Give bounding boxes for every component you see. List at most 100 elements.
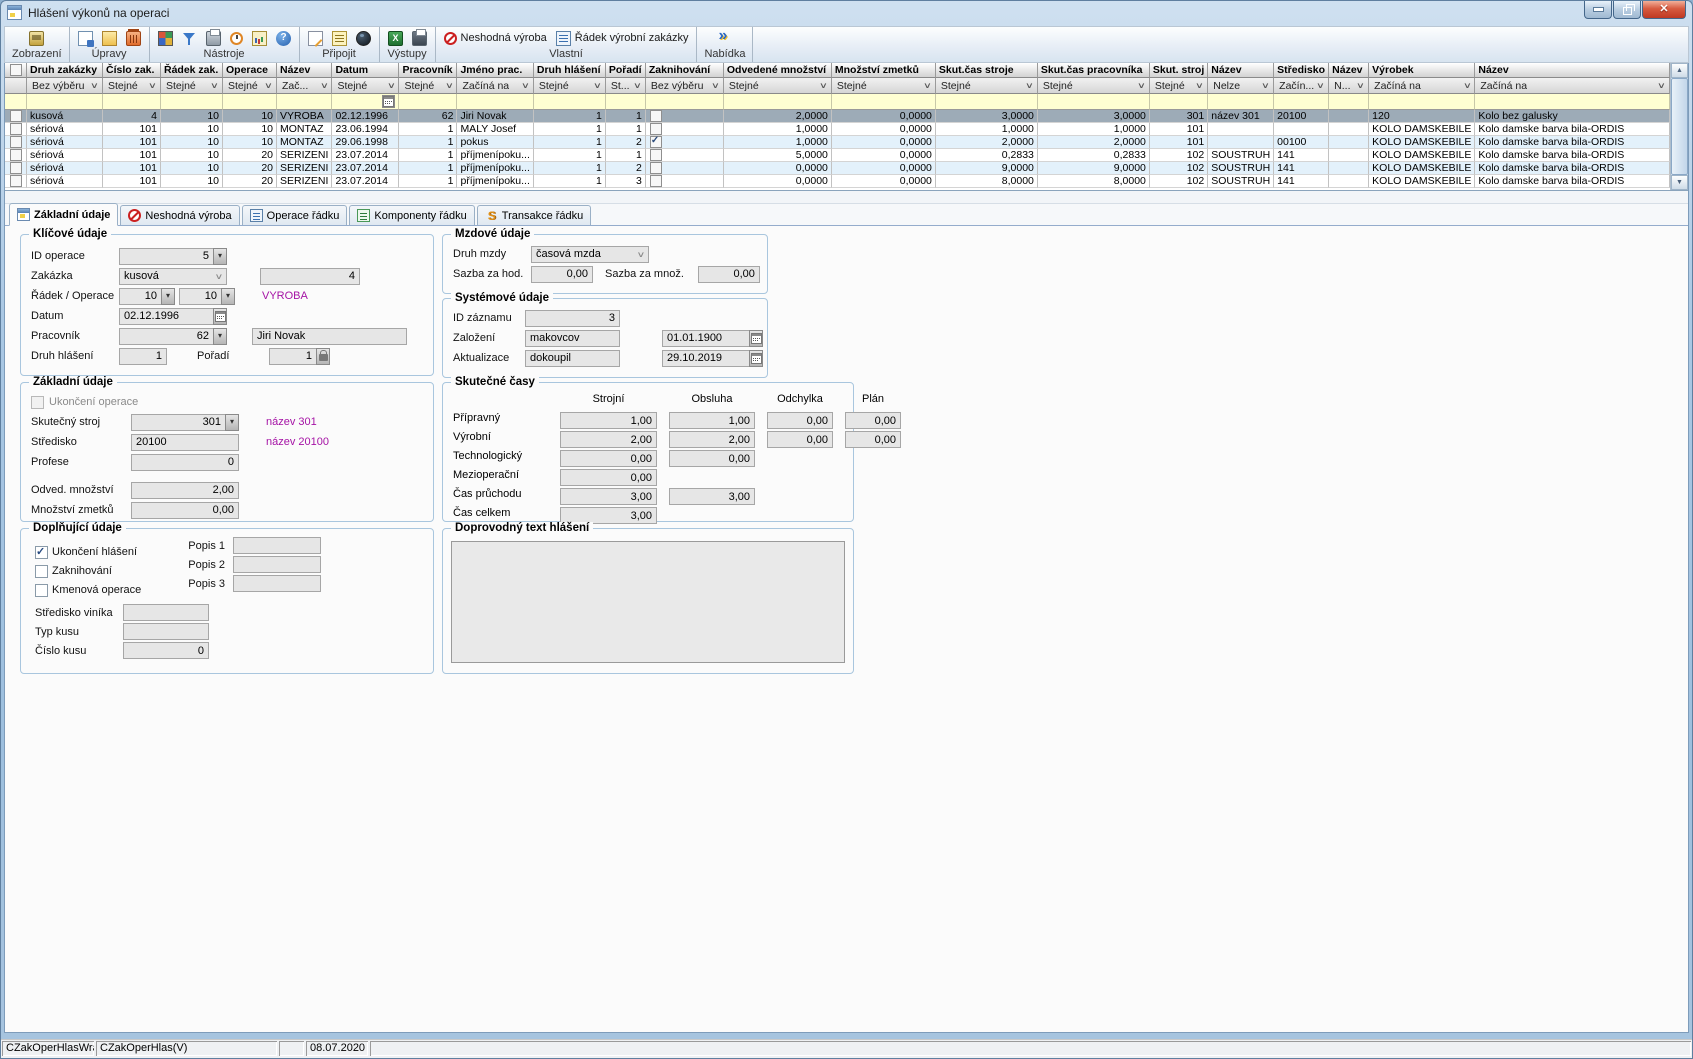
zaknihovani-checkbox[interactable]: [650, 123, 662, 135]
stredisko-vinika-field[interactable]: [123, 604, 209, 621]
cell-skut_stroj[interactable]: 101: [1150, 123, 1208, 136]
cell-nazev_stroj[interactable]: SOUSTRUH: [1208, 149, 1274, 162]
cell-nazev_stroj[interactable]: SOUSTRUH: [1208, 175, 1274, 188]
poradi-lock-button[interactable]: [316, 348, 330, 365]
aktualizace-user-field[interactable]: dokoupil: [525, 350, 620, 367]
zaknihovani-checkbox[interactable]: [650, 162, 662, 174]
toolbar-button-radek-vyrobni-zakazky[interactable]: Řádek výrobní zakázky: [555, 31, 690, 46]
cell-skut_stroj[interactable]: 101: [1150, 136, 1208, 149]
cell-jmeno_prac[interactable]: MALY Josef: [457, 123, 533, 136]
cell-pracovnik[interactable]: 62: [399, 110, 457, 123]
tab-transakce-radku[interactable]: Transakce řádku: [477, 205, 592, 225]
cell-nazev_vyr[interactable]: Kolo bez galusky: [1475, 110, 1670, 123]
cell-druh_zakazky[interactable]: sériová: [27, 136, 103, 149]
cell-cas_prac[interactable]: 9,0000: [1038, 162, 1150, 175]
cell-druh_hlaseni[interactable]: 1: [534, 175, 606, 188]
cell-zaknihovani[interactable]: [646, 123, 724, 136]
cell-cas_stroje[interactable]: 0,2833: [936, 149, 1038, 162]
filter-input-radek_zak[interactable]: [161, 94, 223, 110]
cell-stredisko[interactable]: 141: [1274, 175, 1329, 188]
minimize-button[interactable]: [1584, 1, 1612, 19]
cell-druh_zakazky[interactable]: sériová: [27, 162, 103, 175]
cell-nazev_vyr[interactable]: Kolo damske barva bila-ORDIS: [1475, 162, 1670, 175]
zakazka-select[interactable]: kusová∨: [119, 268, 227, 285]
cell-cas_stroje[interactable]: 2,0000: [936, 136, 1038, 149]
casy-field-pripravny-0[interactable]: 1,00: [560, 412, 657, 429]
cell-poradi[interactable]: 1: [606, 123, 646, 136]
toolbar-button-printer-small[interactable]: [205, 31, 222, 46]
filter-input-poradi[interactable]: [606, 94, 646, 110]
cell-zmetky[interactable]: 0,0000: [832, 123, 936, 136]
filter-input-zmetky[interactable]: [832, 94, 936, 110]
filter-select-nazev_stroj[interactable]: Nelze∨: [1211, 79, 1270, 93]
column-header-skut_stroj[interactable]: Skut. stroj: [1150, 63, 1208, 78]
cell-odvedene[interactable]: 1,0000: [724, 123, 832, 136]
cell-nazev_vyr[interactable]: Kolo damske barva bila-ORDIS: [1475, 149, 1670, 162]
cell-nazev_vyr[interactable]: Kolo damske barva bila-ORDIS: [1475, 136, 1670, 149]
filter-input-datum[interactable]: [332, 94, 399, 110]
casy-field-vyrobni-1[interactable]: 2,00: [669, 431, 755, 448]
radek-spin-button[interactable]: ▾: [161, 288, 175, 305]
cell-zaknihovani[interactable]: [646, 175, 724, 188]
column-header-odvedene[interactable]: Odvedené množství: [724, 63, 832, 78]
filter-input-odvedene[interactable]: [724, 94, 832, 110]
filter-input-skut_stroj[interactable]: [1150, 94, 1208, 110]
cell-vyrobek[interactable]: KOLO DAMSKEBILE: [1369, 123, 1475, 136]
cell-poradi[interactable]: 3: [606, 175, 646, 188]
cell-operace[interactable]: 20: [223, 175, 277, 188]
filter-select-vyrobek[interactable]: Začíná na∨: [1372, 79, 1471, 93]
cell-nazev_op[interactable]: MONTAZ: [277, 136, 332, 149]
row-select-checkbox[interactable]: [10, 136, 22, 148]
filter-input-vyrobek[interactable]: [1369, 94, 1475, 110]
column-header-nazev_op[interactable]: Název: [277, 63, 332, 78]
cell-radek_zak[interactable]: 10: [161, 149, 223, 162]
cell-zmetky[interactable]: 0,0000: [832, 136, 936, 149]
filter-select-radek_zak[interactable]: Stejné∨: [164, 79, 219, 93]
cell-stredisko[interactable]: 141: [1274, 162, 1329, 175]
filter-select-druh_hlaseni[interactable]: Stejné∨: [537, 79, 602, 93]
row-select-checkbox[interactable]: [10, 123, 22, 135]
filter-input-stredisko[interactable]: [1274, 94, 1329, 110]
filter-select-cas_stroje[interactable]: Stejné∨: [939, 79, 1034, 93]
casy-field-mezioperacni-0[interactable]: 0,00: [560, 469, 657, 486]
cell-radek_zak[interactable]: 10: [161, 136, 223, 149]
tab-neshodna-vyroba[interactable]: Neshodná výroba: [120, 205, 239, 225]
filter-input-druh_hlaseni[interactable]: [534, 94, 606, 110]
splitter[interactable]: [5, 191, 1688, 204]
profese-field[interactable]: 0: [131, 454, 239, 471]
cell-zmetky[interactable]: 0,0000: [832, 175, 936, 188]
filter-select-datum[interactable]: Stejné∨: [335, 79, 395, 93]
cell-cas_prac[interactable]: 8,0000: [1038, 175, 1150, 188]
cell-vyrobek[interactable]: KOLO DAMSKEBILE: [1369, 175, 1475, 188]
cell-poradi[interactable]: 1: [606, 110, 646, 123]
cell-skut_stroj[interactable]: 102: [1150, 162, 1208, 175]
column-header-sel[interactable]: [5, 63, 27, 78]
filter-input-cas_stroje[interactable]: [936, 94, 1038, 110]
pracovnik-jmeno-field[interactable]: Jiri Novak: [252, 328, 407, 345]
column-header-cas_prac[interactable]: Skut.čas pracovníka: [1038, 63, 1150, 78]
column-header-nazev_str[interactable]: Název: [1329, 63, 1369, 78]
cell-nazev_str[interactable]: [1329, 175, 1369, 188]
filter-select-poradi[interactable]: St...∨: [609, 79, 642, 93]
cell-nazev_str[interactable]: [1329, 136, 1369, 149]
select-all-checkbox[interactable]: [10, 64, 22, 76]
cell-skut_stroj[interactable]: 102: [1150, 149, 1208, 162]
column-header-jmeno_prac[interactable]: Jméno prac.: [457, 63, 533, 78]
druh-mzdy-select[interactable]: časová mzda∨: [531, 246, 649, 263]
cell-nazev_str[interactable]: [1329, 123, 1369, 136]
pracovnik-field[interactable]: 62: [119, 328, 214, 345]
doprovodny-text-area[interactable]: [451, 541, 845, 663]
filter-input-jmeno_prac[interactable]: [457, 94, 533, 110]
column-header-radek_zak[interactable]: Řádek zak.: [161, 63, 223, 78]
column-header-zaknihovani[interactable]: Zaknihování: [646, 63, 724, 78]
cell-vyrobek[interactable]: KOLO DAMSKEBILE: [1369, 136, 1475, 149]
zaknihovani-checkbox[interactable]: [650, 175, 662, 187]
column-header-cas_stroje[interactable]: Skut.čas stroje: [936, 63, 1038, 78]
cell-cas_prac[interactable]: 2,0000: [1038, 136, 1150, 149]
row-select-checkbox[interactable]: [10, 149, 22, 161]
filter-select-nazev_vyr[interactable]: Začíná na∨: [1478, 79, 1666, 93]
cell-druh_zakazky[interactable]: sériová: [27, 149, 103, 162]
zakazka-number-field[interactable]: 4: [260, 268, 360, 285]
filter-input-nazev_str[interactable]: [1329, 94, 1369, 110]
scrollbar-thumb[interactable]: [1671, 78, 1688, 175]
